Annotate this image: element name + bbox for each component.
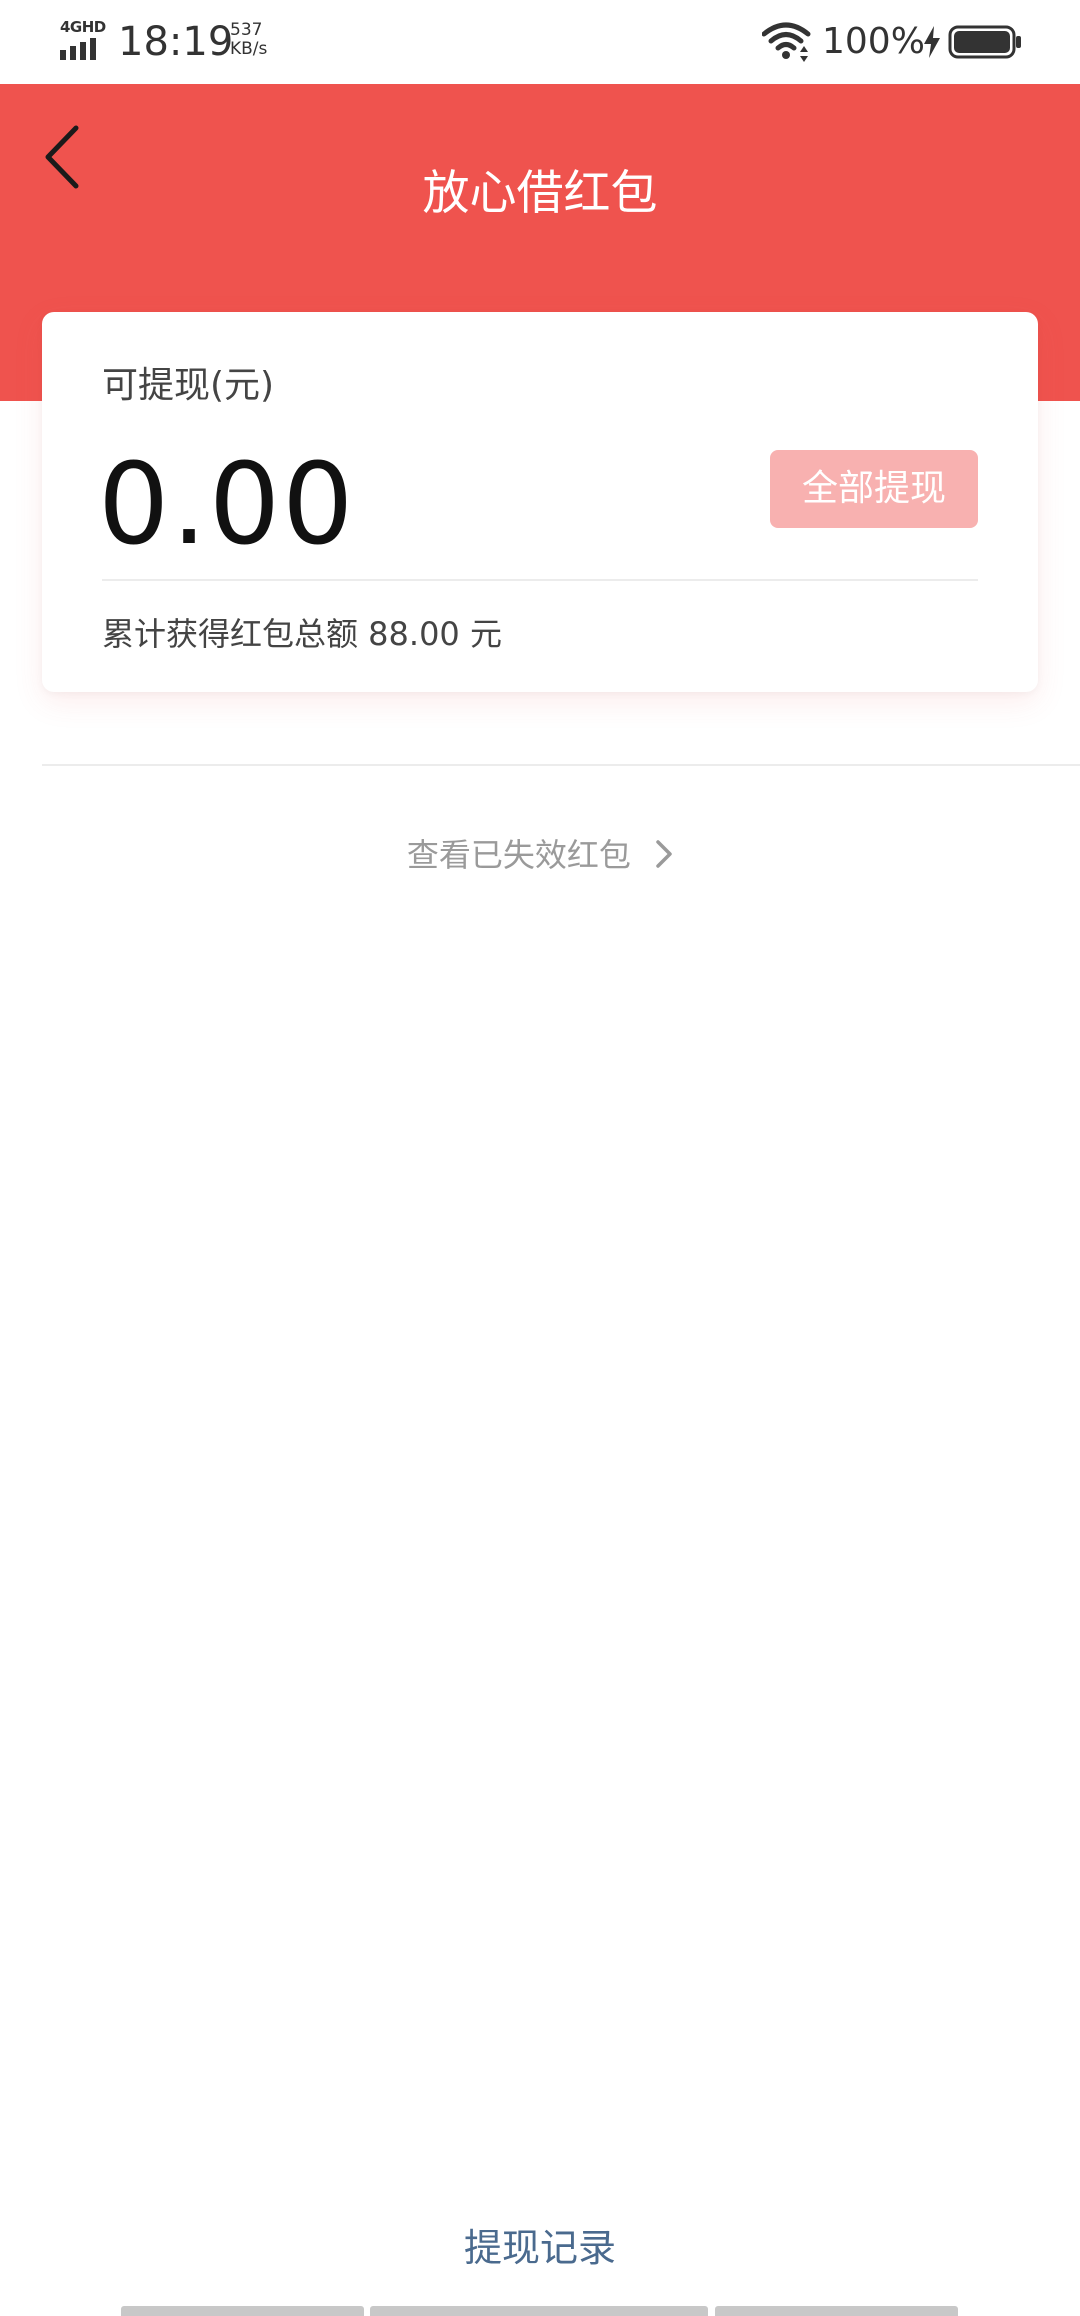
page-title: 放心借红包 — [422, 166, 658, 221]
network-speed-unit: KB/s — [230, 39, 268, 59]
screen: 4GHD 18:19 537 KB/s 100% 放心借红包 可提现(元) 0.… — [0, 0, 1080, 2316]
view-expired-link-content: 查看已失效红包 — [407, 828, 673, 882]
card-divider — [102, 579, 978, 581]
view-expired-link[interactable]: 查看已失效红包 — [0, 828, 1080, 882]
view-expired-label: 查看已失效红包 — [406, 836, 631, 874]
section-divider — [42, 764, 1080, 766]
bottom-bar — [715, 2306, 958, 2316]
clock: 18:19 — [118, 19, 234, 65]
withdrawable-amount: 0.00 — [98, 440, 356, 570]
chevron-right-icon — [656, 840, 672, 868]
bottom-edge-bars — [0, 2306, 1080, 2316]
charging-icon — [924, 26, 940, 58]
bottom-bar — [121, 2306, 364, 2316]
network-type-label: 4GHD — [60, 18, 106, 36]
status-bar: 4GHD 18:19 537 KB/s 100% — [0, 0, 1080, 84]
balance-card: 可提现(元) 0.00 全部提现 累计获得红包总额 88.00 元 — [42, 312, 1038, 692]
network-speed-value: 537 — [230, 20, 263, 40]
withdrawable-label: 可提现(元) — [102, 365, 275, 406]
bottom-bar — [370, 2306, 708, 2316]
battery-icon — [948, 25, 1021, 59]
network-speed: 537 KB/s — [230, 21, 267, 59]
withdraw-all-button[interactable]: 全部提现 — [770, 450, 978, 528]
battery-percent: 100% — [822, 21, 925, 62]
wifi-icon — [762, 22, 811, 62]
withdrawal-history-link[interactable]: 提现记录 — [0, 2218, 1080, 2278]
cellular-signal-icon: 4GHD — [58, 18, 106, 62]
total-received-text: 累计获得红包总额 88.00 元 — [102, 615, 502, 653]
